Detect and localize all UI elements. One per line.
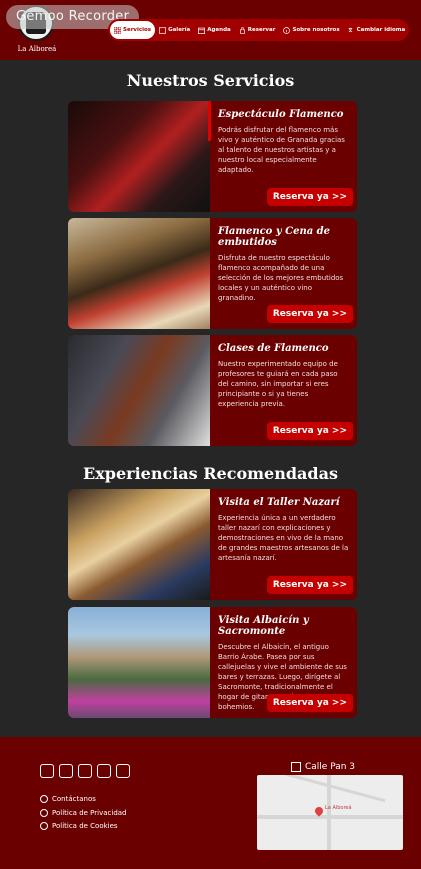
map-road <box>278 775 386 803</box>
map-label: La Alboreá <box>325 805 352 811</box>
map-icon <box>291 762 301 772</box>
translate-icon <box>348 27 352 32</box>
card-title: Clases de Flamenco <box>218 343 329 354</box>
footer-link-label: Política de Privacidad <box>52 809 127 817</box>
reserve-button[interactable]: Reserva ya >> <box>266 694 353 712</box>
service-card: Clases de Flamenco Nuestro experimentado… <box>68 335 357 446</box>
footer-link-contact[interactable]: Contáctanos <box>40 795 96 803</box>
card-title: Flamenco y Cena de embutidos <box>218 226 331 248</box>
nav-label: Cambiar idioma <box>356 27 406 33</box>
logo-name: La Alboreá <box>17 45 57 53</box>
calendar-icon <box>198 27 206 34</box>
footer-link-privacy[interactable]: Política de Privacidad <box>40 809 127 817</box>
reserve-button[interactable]: Reserva ya >> <box>266 188 353 206</box>
card-text: Podrás disfrutar del flamenco más vivo y… <box>218 126 345 174</box>
reserve-button[interactable]: Reserva ya >> <box>266 305 353 323</box>
card-text: Experiencia única a un verdadero taller … <box>218 514 349 562</box>
flamenco-show-photo <box>68 101 210 212</box>
address-text: Calle Pan 3 <box>305 762 356 772</box>
flamenco-class-photo <box>68 335 210 446</box>
wine-dinner-photo <box>68 218 210 329</box>
footer-link-cookies[interactable]: Política de Cookies <box>40 822 118 830</box>
nav-cambiar-idioma[interactable]: Cambiar idioma <box>344 21 410 39</box>
nav-agenda[interactable]: Agenda <box>194 21 235 39</box>
grid-icon <box>114 26 121 34</box>
footer-link-label: Contáctanos <box>52 795 96 803</box>
nav-label: Reservar <box>247 27 276 33</box>
service-card: Espectáculo Flamenco Podrás disfrutar de… <box>68 101 357 212</box>
workshop-photo <box>68 489 210 600</box>
nav-reservar[interactable]: Reservar <box>235 21 280 39</box>
nav-servicios[interactable]: Servicios <box>110 21 156 39</box>
nav-label: Servicios <box>123 27 152 33</box>
albaicin-photo <box>68 607 210 718</box>
lock-icon <box>40 809 48 817</box>
location-map[interactable]: La Alboreá <box>257 775 403 850</box>
reserve-button[interactable]: Reserva ya >> <box>266 422 353 440</box>
service-card: Flamenco y Cena de embutidos Disfruta de… <box>68 218 357 329</box>
reserve-button[interactable]: Reserva ya >> <box>266 576 353 594</box>
nav-sobre-nosotros[interactable]: Sobre nosotros <box>279 21 343 39</box>
experience-card: Visita el Taller Nazarí Experiencia únic… <box>68 489 357 600</box>
card-title: Espectáculo Flamenco <box>218 109 344 120</box>
footer-link-label: Política de Cookies <box>52 822 118 830</box>
facebook-icon[interactable] <box>40 764 54 778</box>
card-title: Visita Albaicín y Sacromonte <box>218 615 309 637</box>
address: Calle Pan 3 <box>291 762 355 772</box>
tiktok-icon[interactable] <box>116 764 130 778</box>
services-title: Nuestros Servicios <box>126 71 295 90</box>
experience-card: Visita Albaicín y Sacromonte Descubre el… <box>68 607 357 718</box>
copyright-icon <box>40 822 48 830</box>
card-title: Visita el Taller Nazarí <box>218 497 340 508</box>
nav-galeria[interactable]: Galería <box>155 21 194 39</box>
card-text: Nuestro experimentado equipo de profesor… <box>218 360 338 408</box>
nav-label: Galería <box>168 27 191 33</box>
card-text: Disfruta de nuestro espectáculo flamenco… <box>218 254 344 302</box>
info-icon <box>283 26 291 34</box>
info-icon <box>40 795 48 803</box>
nav-label: Sobre nosotros <box>292 27 340 33</box>
nav-label: Agenda <box>207 27 231 33</box>
gallery-icon <box>159 26 167 34</box>
twitter-icon[interactable] <box>78 764 92 778</box>
experiences-title: Experiencias Recomendadas <box>83 464 338 483</box>
youtube-icon[interactable] <box>97 764 111 778</box>
main-nav: Servicios Galería Agenda Reservar Sobre … <box>108 19 409 41</box>
social-links <box>40 764 130 778</box>
hand-icon <box>239 26 245 34</box>
instagram-icon[interactable] <box>59 764 73 778</box>
